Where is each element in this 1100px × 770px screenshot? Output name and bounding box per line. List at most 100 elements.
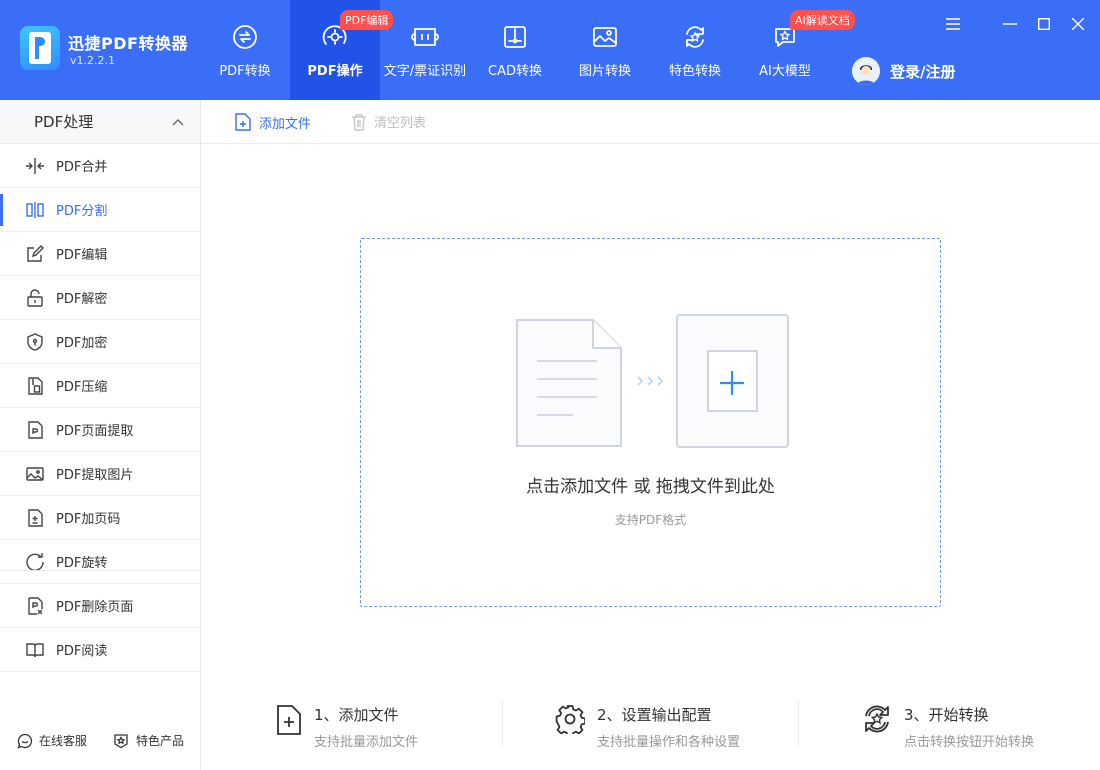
sidebar-section-header[interactable]: PDF处理 (0, 100, 200, 144)
close-button[interactable] (1068, 14, 1088, 34)
badge-icon (114, 733, 128, 748)
sidebar-item-decrypt[interactable]: PDF解密 (0, 276, 200, 320)
menu-button[interactable] (943, 14, 963, 34)
step-title: 1、添加文件 (314, 706, 399, 724)
clear-list-label: 清空列表 (374, 116, 427, 131)
sidebar-item-label: PDF分割 (56, 204, 108, 219)
cad-icon (504, 26, 526, 48)
ocr-icon (411, 28, 439, 46)
page-number-icon (24, 507, 46, 529)
drop-zone-sub-text: 支持PDF格式 (614, 513, 687, 527)
app-version: v1.2.2.1 (70, 54, 115, 67)
add-file-icon (235, 113, 251, 131)
image-icon (593, 27, 617, 47)
sidebar-item-page-number[interactable]: PDF加页码 (0, 496, 200, 540)
online-service-label: 在线客服 (39, 734, 88, 748)
pdf-convert-icon (233, 25, 257, 49)
step-title: 3、开始转换 (904, 706, 989, 724)
sidebar-item-label: PDF编辑 (56, 248, 108, 263)
step-title: 2、设置输出配置 (597, 706, 712, 724)
nav-cad[interactable]: CAD转换 (470, 0, 560, 100)
add-file-icon (277, 705, 301, 735)
nav-pdf-convert[interactable]: PDF转换 (200, 0, 290, 100)
main-nav: PDF转换 PDF操作 PDF编辑 文字/票证识别 CAD转换 图片转换 特色转… (200, 0, 855, 100)
step-start: 3、开始转换 点击转换按钮开始转换 (862, 704, 1034, 750)
online-service-link[interactable]: 在线客服 (17, 732, 87, 749)
feature-icon (686, 26, 704, 48)
shield-icon (24, 331, 46, 353)
plus-icon (720, 371, 744, 395)
menu-icon (946, 18, 960, 30)
maximize-button[interactable] (1034, 14, 1054, 34)
step-add-file: 1、添加文件 支持批量添加文件 (276, 704, 418, 750)
login-button[interactable]: 登录/注册 (852, 57, 955, 85)
unlock-icon (24, 287, 46, 309)
step-divider (502, 700, 503, 746)
page-extract-icon (24, 419, 46, 441)
sidebar-item-split[interactable]: PDF分割 (0, 188, 200, 232)
sidebar-item-label: PDF加密 (56, 336, 108, 351)
convert-icon (865, 705, 889, 733)
sidebar-item-edit[interactable]: PDF编辑 (0, 232, 200, 276)
nav-label: AI大模型 (759, 64, 811, 79)
chat-icon (17, 733, 33, 749)
chevron-up-icon (172, 118, 184, 125)
top-bar: 迅捷PDF转换器 v1.2.2.1 PDF转换 PDF操作 PDF编辑 文字/票… (0, 0, 1100, 100)
nav-label: 图片转换 (578, 64, 631, 79)
sidebar-item-label: PDF合并 (56, 160, 108, 175)
avatar (852, 57, 880, 85)
sidebar-item-label: PDF页面提取 (56, 424, 134, 439)
sidebar-item-compress[interactable]: PDF压缩 (0, 364, 200, 408)
featured-products-label: 特色产品 (136, 734, 185, 748)
minimize-button[interactable] (1000, 14, 1020, 34)
nav-label: 文字/票证识别 (383, 64, 467, 79)
file-drop-zone[interactable]: 点击添加文件 或 拖拽文件到此处 支持PDF格式 (360, 238, 941, 607)
add-file-label: 添加文件 (259, 116, 312, 132)
step-divider (798, 700, 799, 746)
sidebar-item-label: PDF提取图片 (56, 468, 134, 483)
drop-zone-main-text: 点击添加文件 或 拖拽文件到此处 (526, 477, 775, 497)
nav-badge-ai: AI解读文档 (790, 10, 855, 30)
nav-ocr[interactable]: 文字/票证识别 (380, 0, 470, 100)
sidebar-footer (0, 570, 200, 670)
sidebar-item-label: PDF旋转 (56, 556, 108, 571)
nav-feature[interactable]: 特色转换 (650, 0, 740, 100)
nav-label: PDF操作 (307, 64, 363, 79)
toolbar: 添加文件 清空列表 (201, 100, 1100, 144)
nav-label: 特色转换 (668, 64, 721, 79)
nav-image[interactable]: 图片转换 (560, 0, 650, 100)
sidebar-section-title: PDF处理 (34, 113, 94, 131)
step-desc: 点击转换按钮开始转换 (904, 735, 1035, 750)
merge-icon (24, 155, 46, 177)
close-icon (1072, 18, 1084, 30)
nav-pdf-operate[interactable]: PDF操作 PDF编辑 (290, 0, 394, 100)
app-logo (20, 26, 60, 70)
nav-label: PDF转换 (219, 64, 271, 79)
step-desc: 支持批量操作和各种设置 (597, 735, 741, 750)
app-name: 迅捷PDF转换器 (68, 34, 188, 53)
sidebar-item-label: PDF加页码 (56, 512, 121, 527)
minimize-icon (1003, 23, 1017, 25)
sidebar-item-label: PDF解密 (56, 292, 108, 307)
trash-icon (352, 113, 366, 131)
sidebar-item-merge[interactable]: PDF合并 (0, 144, 200, 188)
step-settings: 2、设置输出配置 支持批量操作和各种设置 (555, 704, 740, 750)
step-desc: 支持批量添加文件 (314, 735, 419, 750)
maximize-icon (1038, 18, 1050, 30)
clear-list-button[interactable]: 清空列表 (351, 112, 426, 131)
gear-icon (555, 705, 585, 734)
document-illustration (516, 314, 789, 448)
sidebar-item-label: PDF压缩 (56, 380, 108, 395)
split-icon (24, 199, 46, 221)
login-label: 登录/注册 (890, 62, 956, 81)
sidebar-item-encrypt[interactable]: PDF加密 (0, 320, 200, 364)
nav-label: CAD转换 (488, 64, 542, 79)
nav-ai[interactable]: AI大模型 AI解读文档 (740, 0, 855, 100)
compress-icon (24, 375, 46, 397)
edit-icon (24, 243, 46, 265)
add-file-button[interactable]: 添加文件 (234, 112, 311, 132)
sidebar-item-extract-image[interactable]: PDF提取图片 (0, 452, 200, 496)
extract-image-icon (24, 463, 46, 485)
featured-products-link[interactable]: 特色产品 (113, 732, 184, 749)
sidebar-item-page-extract[interactable]: PDF页面提取 (0, 408, 200, 452)
